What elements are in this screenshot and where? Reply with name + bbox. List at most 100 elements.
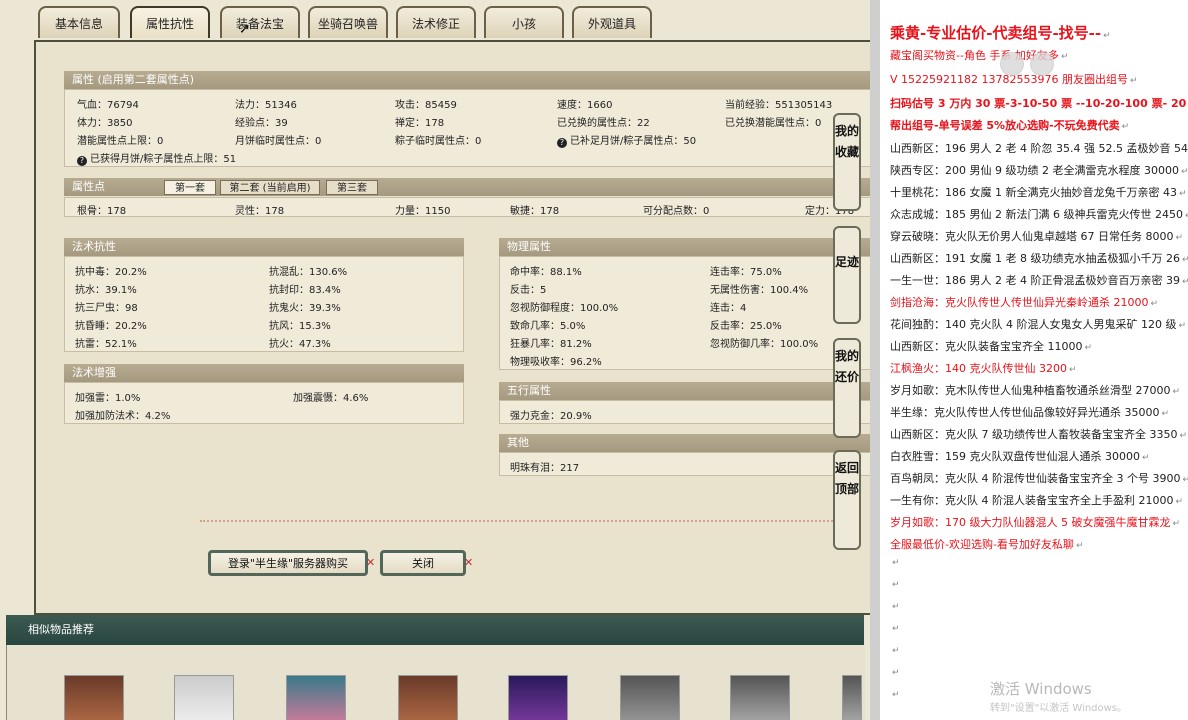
boost-thunder: 加强雷：1.0% [75,393,141,404]
attr-zen: 禅定：178 [395,118,445,129]
note-line-text: 陕西专区：200 男仙 9 级功绩 2 老全满雷克水程度 30000 [890,164,1179,177]
attr-exchanged-potential: 已兑换潜能属性点：0 [725,118,822,129]
note-line-text: 扫码估号 3 万内 30 票-3-10-50 票 --10-20-100 票- … [890,97,1188,110]
paragraph-return-icon: ↵ [1103,31,1111,41]
side-favorites-label: 我的收藏 [835,124,860,159]
paragraph-return-icon: ↵ [1121,122,1130,132]
note-line: 十里桃花：186 女魔 1 新全满克火抽妙音龙兔千万亲密 43 ↵ [890,184,1187,200]
note-line-text: 山西新区：克火队装备宝宝齐全 11000 [890,340,1083,353]
resist-sanshi: 抗三尸虫：98 [75,303,138,314]
paragraph-return-icon: ↵ [1084,343,1093,353]
element-metal: 强力克金：20.9% [510,411,592,422]
similar-item-thumb[interactable] [398,675,458,720]
phys-ignore-def-chance: 忽视防御几率：100.0% [710,339,819,350]
attr-exchanged-points: 已兑换的属性点：22 [557,118,650,129]
phys-counter: 反击：5 [510,285,547,296]
similar-item-thumb[interactable] [620,675,680,720]
point-unassigned: 可分配点数：0 [643,206,710,217]
similar-item-thumb[interactable] [842,675,862,720]
paragraph-return-icon: ↵ [1180,167,1188,177]
attr-attack: 攻击：85459 [395,100,457,111]
paragraph-return-icon: ↵ [1181,277,1188,287]
note-line-text: 众志成城：185 男仙 2 新法门满 6 级神兵雷克火传世 2450 [890,208,1183,221]
similar-item-thumb[interactable] [286,675,346,720]
phys-hit-rate: 命中率：88.1% [510,267,582,278]
boost-defense-spell: 加强加防法术：4.2% [75,411,171,422]
side-offers-button[interactable]: 我的还价 [833,338,861,438]
side-top-label: 返回顶部 [835,461,860,496]
note-line-text: 江枫渔火：140 克火队传世仙 3200 [890,362,1067,375]
subtab-set-1[interactable]: 第一套 [164,180,216,195]
divider-line [200,520,860,522]
similar-item-thumb[interactable] [730,675,790,720]
spell-boost-body: 加强雷：1.0% 加强震慑：4.6% 加强加防法术：4.2% [64,382,464,424]
paragraph-return-icon: ↵ [892,646,900,656]
resist-water: 抗水：39.1% [75,285,137,296]
paragraph-return-icon: ↵ [892,580,900,590]
paragraph-return-icon: ↵ [1172,519,1181,529]
points-section-title: 属性点 [72,180,105,193]
phys-ignore-def-level: 忽视防御程度：100.0% [510,303,619,314]
note-line: 白衣胜雪：159 克火队双盘传世仙混人通杀 30000 ↵ [890,448,1150,464]
side-history-button[interactable]: 足迹 [833,226,861,324]
note-line-text: 山西新区：196 男人 2 老 4 阶忽 35.4 强 52.5 孟极妙音 54… [890,142,1188,155]
tab-child[interactable]: 小孩 [484,6,564,38]
tab-basic-info[interactable]: 基本信息 [38,6,120,38]
side-favorites-button[interactable]: 我的收藏 [833,113,861,211]
paragraph-return-icon: ↵ [1161,409,1170,419]
notes-document: 乘黄-专业估价-代卖组号-找号-- ↵ 藏宝阁买物资--角色 手系 加好友多 ↵ V 1… [880,0,1188,720]
similar-item-thumb[interactable] [508,675,568,720]
paragraph-return-icon: ↵ [1141,453,1150,463]
note-line-text: 乘黄-专业估价-代卖组号-找号-- [890,24,1102,42]
similar-item-thumb[interactable] [64,675,124,720]
paragraph-return-icon: ↵ [1129,76,1138,86]
buy-on-server-button[interactable]: 登录"半生缘"服务器购买 [208,550,368,576]
note-line: 江枫渔火：140 克火队传世仙 3200 ↵ [890,360,1077,376]
floating-overlay-icon [1030,52,1054,76]
note-line-text: 岁月如歌：170 级大力队仙器混人 5 破女魔强牛魔甘霖龙 [890,516,1171,529]
listing-page: 基本信息 属性抗性 装备法宝 坐骑召唤兽 法术修正 小孩 外观道具 ➚ 属性 (… [0,0,870,720]
resist-chaos: 抗混乱：130.6% [269,267,348,278]
help-icon[interactable]: ? [77,156,87,166]
note-line: 花间独酌：140 克火队 4 阶混人女鬼女人男鬼采矿 120 级 ↵ [890,316,1186,332]
note-line: 一生有你：克火队 4 阶混人装备宝宝齐全上手盈利 21000 ↵ [890,492,1183,508]
tab-appearance[interactable]: 外观道具 [572,6,652,38]
phys-pure-damage: 无属性伤害：100.4% [710,285,809,296]
note-line-text: 一生有你：克火队 4 阶混人装备宝宝齐全上手盈利 21000 [890,494,1174,507]
note-line: 剑指沧海：克火队传世人传世仙异光秦岭通杀 21000 ↵ [890,294,1158,310]
resist-seal: 抗封印：83.4% [269,285,341,296]
help-icon[interactable]: ? [557,138,567,148]
attr-section-title: 属性 (启用第二套属性点) [64,71,870,89]
note-line-text: 岁月如歌：克木队传世人仙鬼种植畜牧通杀丝滑型 27000 [890,384,1171,397]
phys-absorb: 物理吸收率：96.2% [510,357,602,368]
activate-windows-watermark: 激活 Windows [990,680,1092,698]
other-title: 其他 [499,434,870,452]
physical-body: 命中率：88.1% 连击率：75.0% 反击：5 无属性伤害：100.4% 忽视… [499,256,870,370]
tab-attributes[interactable]: 属性抗性 [130,6,210,38]
paragraph-return-icon: ↵ [1175,497,1184,507]
subtab-set-3[interactable]: 第三套 [326,180,378,195]
close-x-icon: ✕ [366,556,376,569]
phys-crit-chance: 致命几率：5.0% [510,321,586,332]
note-line: 扫码估号 3 万内 30 票-3-10-50 票 --10-20-100 票- … [890,95,1188,111]
paragraph-return-icon: ↵ [892,690,900,700]
attr-exp: 当前经验：551305143 [725,100,833,111]
tab-equipment[interactable]: 装备法宝 [220,6,300,38]
note-line-text: 帮出组号-单号误差 5%放心选购-不玩免费代卖 [890,119,1120,132]
close-button[interactable]: 关闭 [380,550,466,576]
side-top-button[interactable]: 返回顶部 [833,450,861,550]
paragraph-return-icon: ↵ [1181,255,1188,265]
attr-potential-cap: 潜能属性点上限：0 [77,136,164,147]
subtab-set-2[interactable]: 第二套 (当前启用) [220,180,320,195]
paragraph-return-icon: ↵ [892,558,900,568]
note-line: 山西新区：克火队装备宝宝齐全 11000 ↵ [890,338,1092,354]
boost-deter: 加强震慑：4.6% [293,393,369,404]
point-strength: 力量：1150 [395,206,451,217]
attributes-panel: 属性 (启用第二套属性点) 气血：76794 法力：51346 攻击：85459… [34,40,870,615]
tab-spell-mods[interactable]: 法术修正 [396,6,476,38]
tab-mounts-pets[interactable]: 坐骑召唤兽 [308,6,388,38]
similar-item-thumb[interactable] [174,675,234,720]
paragraph-return-icon: ↵ [892,602,900,612]
note-line: 帮出组号-单号误差 5%放心选购-不玩免费代卖 ↵ [890,117,1129,133]
note-line-text: 剑指沧海：克火队传世人传世仙异光秦岭通杀 21000 [890,296,1149,309]
